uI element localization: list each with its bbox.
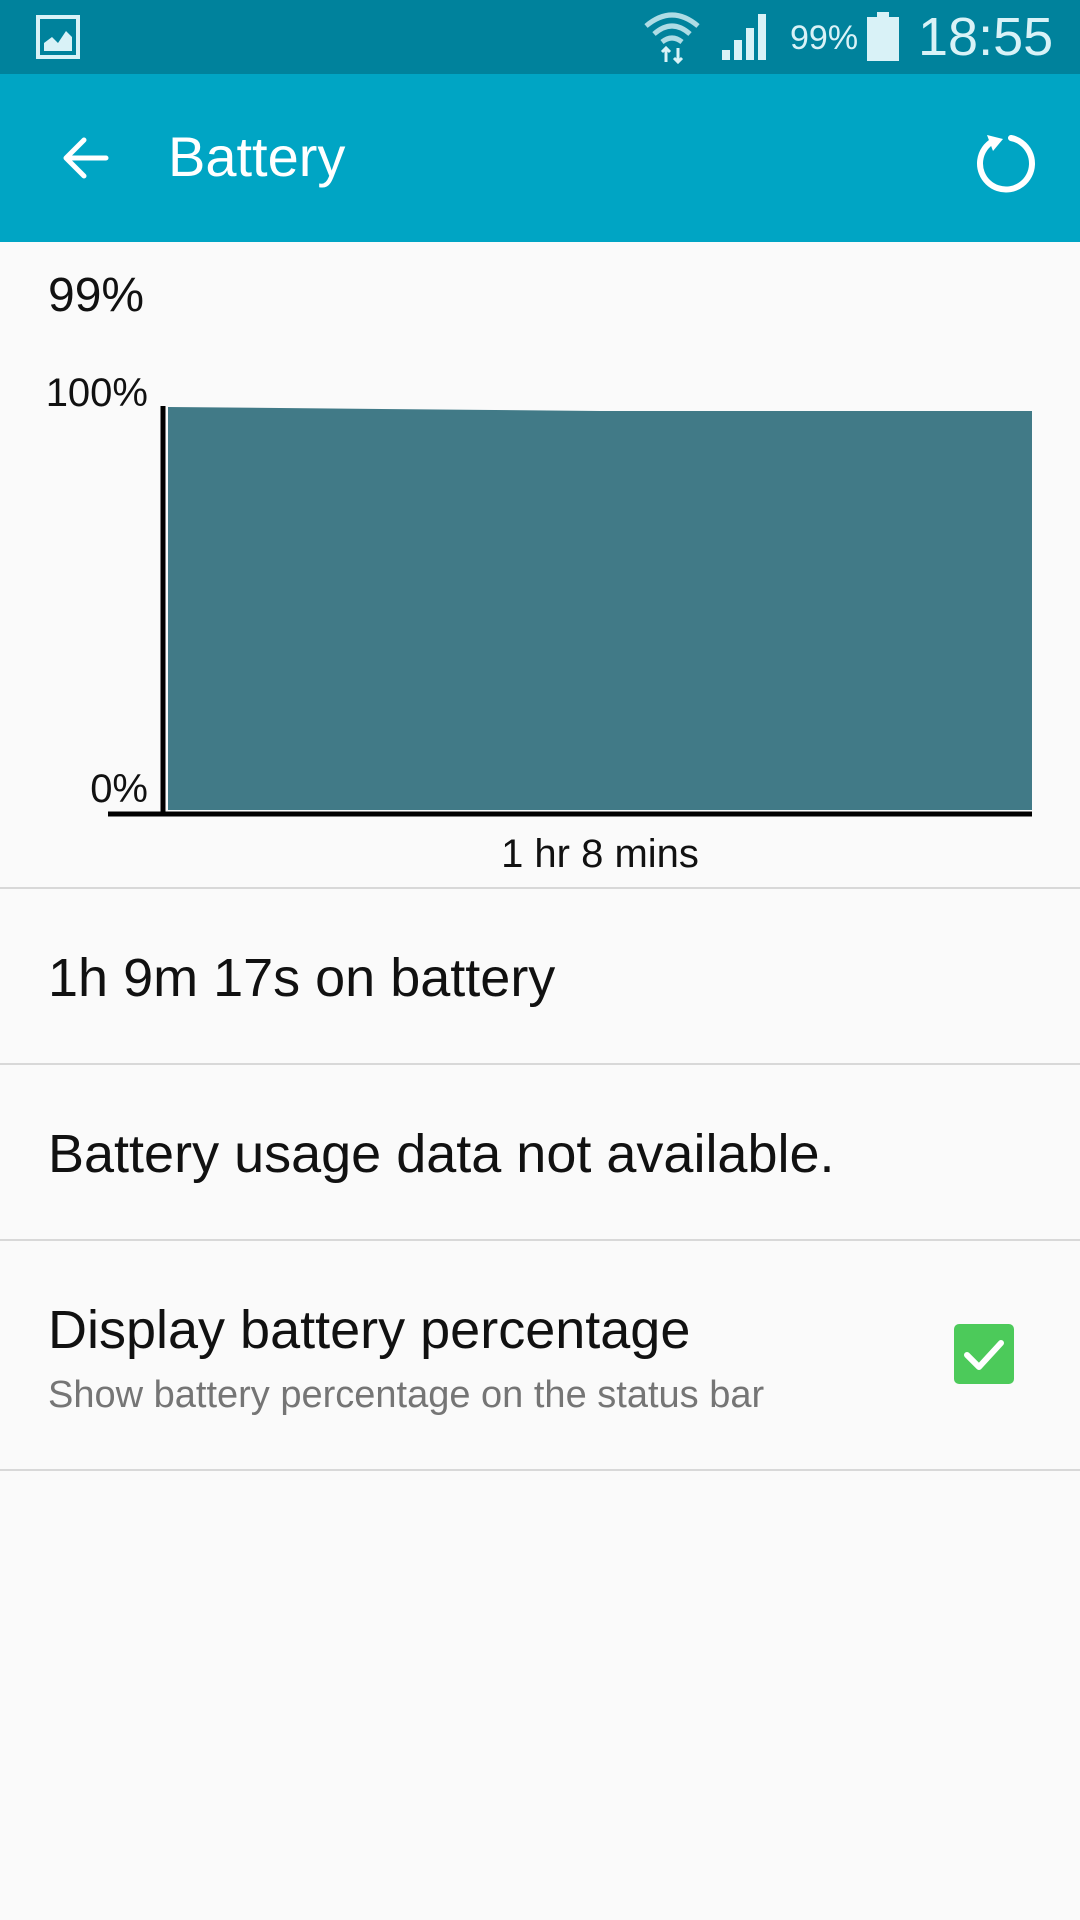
app-bar: Battery bbox=[0, 74, 1080, 242]
page-title: Battery bbox=[168, 125, 346, 188]
cell-signal-icon bbox=[722, 14, 766, 60]
wifi-icon bbox=[644, 12, 700, 64]
gallery-notification-icon bbox=[36, 15, 80, 59]
divider bbox=[0, 1063, 1080, 1065]
battery-level-label: 99% bbox=[48, 269, 145, 322]
y-tick-label-100: 100% bbox=[46, 371, 148, 415]
battery-level-area bbox=[168, 407, 1032, 810]
setting-summary: Show battery percentage on the status ba… bbox=[48, 1374, 765, 1416]
back-button[interactable] bbox=[44, 118, 124, 198]
status-clock: 18:55 bbox=[918, 7, 1054, 67]
divider bbox=[0, 887, 1080, 889]
x-axis-label: 1 hr 8 mins bbox=[501, 832, 699, 876]
checkmark-icon bbox=[964, 1340, 1004, 1370]
refresh-button[interactable] bbox=[968, 126, 1042, 200]
display-percentage-checkbox[interactable] bbox=[954, 1324, 1014, 1384]
setting-title: Display battery percentage bbox=[48, 1300, 691, 1360]
arrow-back-icon bbox=[63, 137, 109, 179]
y-tick-label-0: 0% bbox=[90, 767, 148, 811]
divider bbox=[0, 1469, 1080, 1471]
battery-icon bbox=[867, 12, 899, 61]
status-battery-percent: 99% bbox=[790, 19, 859, 57]
on-battery-duration: 1h 9m 17s on battery bbox=[48, 948, 556, 1008]
display-battery-percentage-setting[interactable]: Display battery percentage Show battery … bbox=[0, 1240, 1080, 1470]
battery-history-chart: 100% 0% bbox=[46, 371, 1032, 817]
status-bar: 99% 18:55 bbox=[0, 0, 1080, 74]
refresh-icon bbox=[977, 135, 1035, 193]
usage-unavailable-message: Battery usage data not available. bbox=[48, 1124, 835, 1184]
